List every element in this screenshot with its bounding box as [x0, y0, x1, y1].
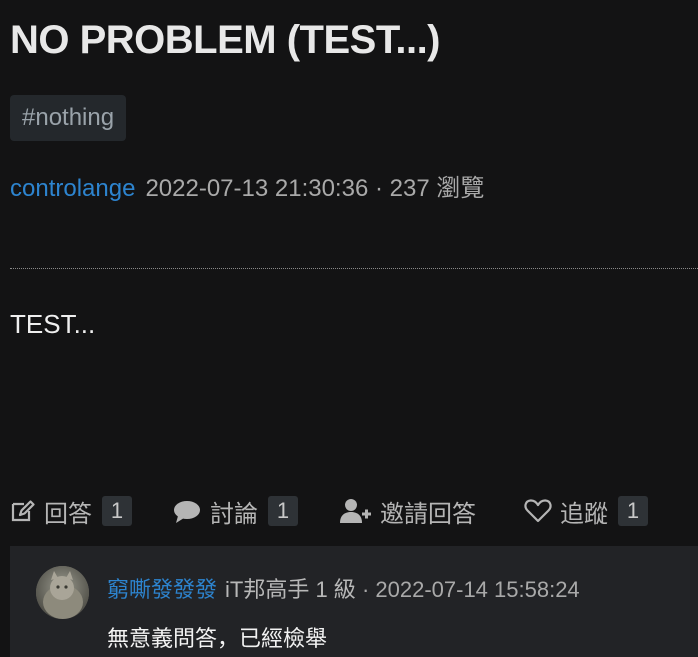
edit-icon: [10, 498, 36, 524]
discuss-button[interactable]: 討論 1: [172, 494, 298, 528]
answer-button[interactable]: 回答 1: [10, 494, 132, 528]
tag-nothing[interactable]: #nothing: [10, 95, 127, 141]
discuss-label: 討論: [210, 500, 258, 528]
avatar[interactable]: [36, 566, 89, 619]
comment-datetime: · 2022-07-14 15:58:24: [361, 577, 580, 602]
heart-icon: [524, 498, 552, 524]
divider: [10, 268, 698, 269]
author-link[interactable]: controlange: [10, 175, 135, 202]
answer-label: 回答: [44, 500, 92, 528]
comment-author-rank: iT邦高手 1 級: [225, 577, 356, 602]
question-body: TEST...: [10, 309, 96, 339]
user-plus-icon: [340, 498, 372, 524]
answer-count: 1: [102, 496, 132, 526]
view-count: · 237 瀏覽: [374, 175, 485, 202]
comment: 窮嘶發發發 iT邦高手 1 級 · 2022-07-14 15:58:24 無意義…: [10, 546, 698, 657]
comment-author-link[interactable]: 窮嘶發發發: [107, 577, 217, 602]
comment-meta: 窮嘶發發發 iT邦高手 1 級 · 2022-07-14 15:58:24: [107, 572, 580, 604]
comment-text: 無意義問答，已經檢舉: [107, 626, 328, 651]
discuss-count: 1: [268, 496, 298, 526]
question-meta: controlange 2022-07-13 21:30:36 · 237 瀏覽: [10, 168, 484, 203]
question-datetime: 2022-07-13 21:30:36: [145, 175, 369, 202]
follow-label: 追蹤: [560, 500, 608, 528]
follow-button[interactable]: 追蹤 1: [524, 494, 648, 528]
invite-label: 邀請回答: [380, 500, 476, 528]
follow-count: 1: [618, 496, 648, 526]
comment-bubble-icon: [172, 498, 202, 524]
question-title: NO PROBLEM (TEST...): [10, 18, 441, 62]
invite-answer-button[interactable]: 邀請回答: [340, 494, 476, 528]
